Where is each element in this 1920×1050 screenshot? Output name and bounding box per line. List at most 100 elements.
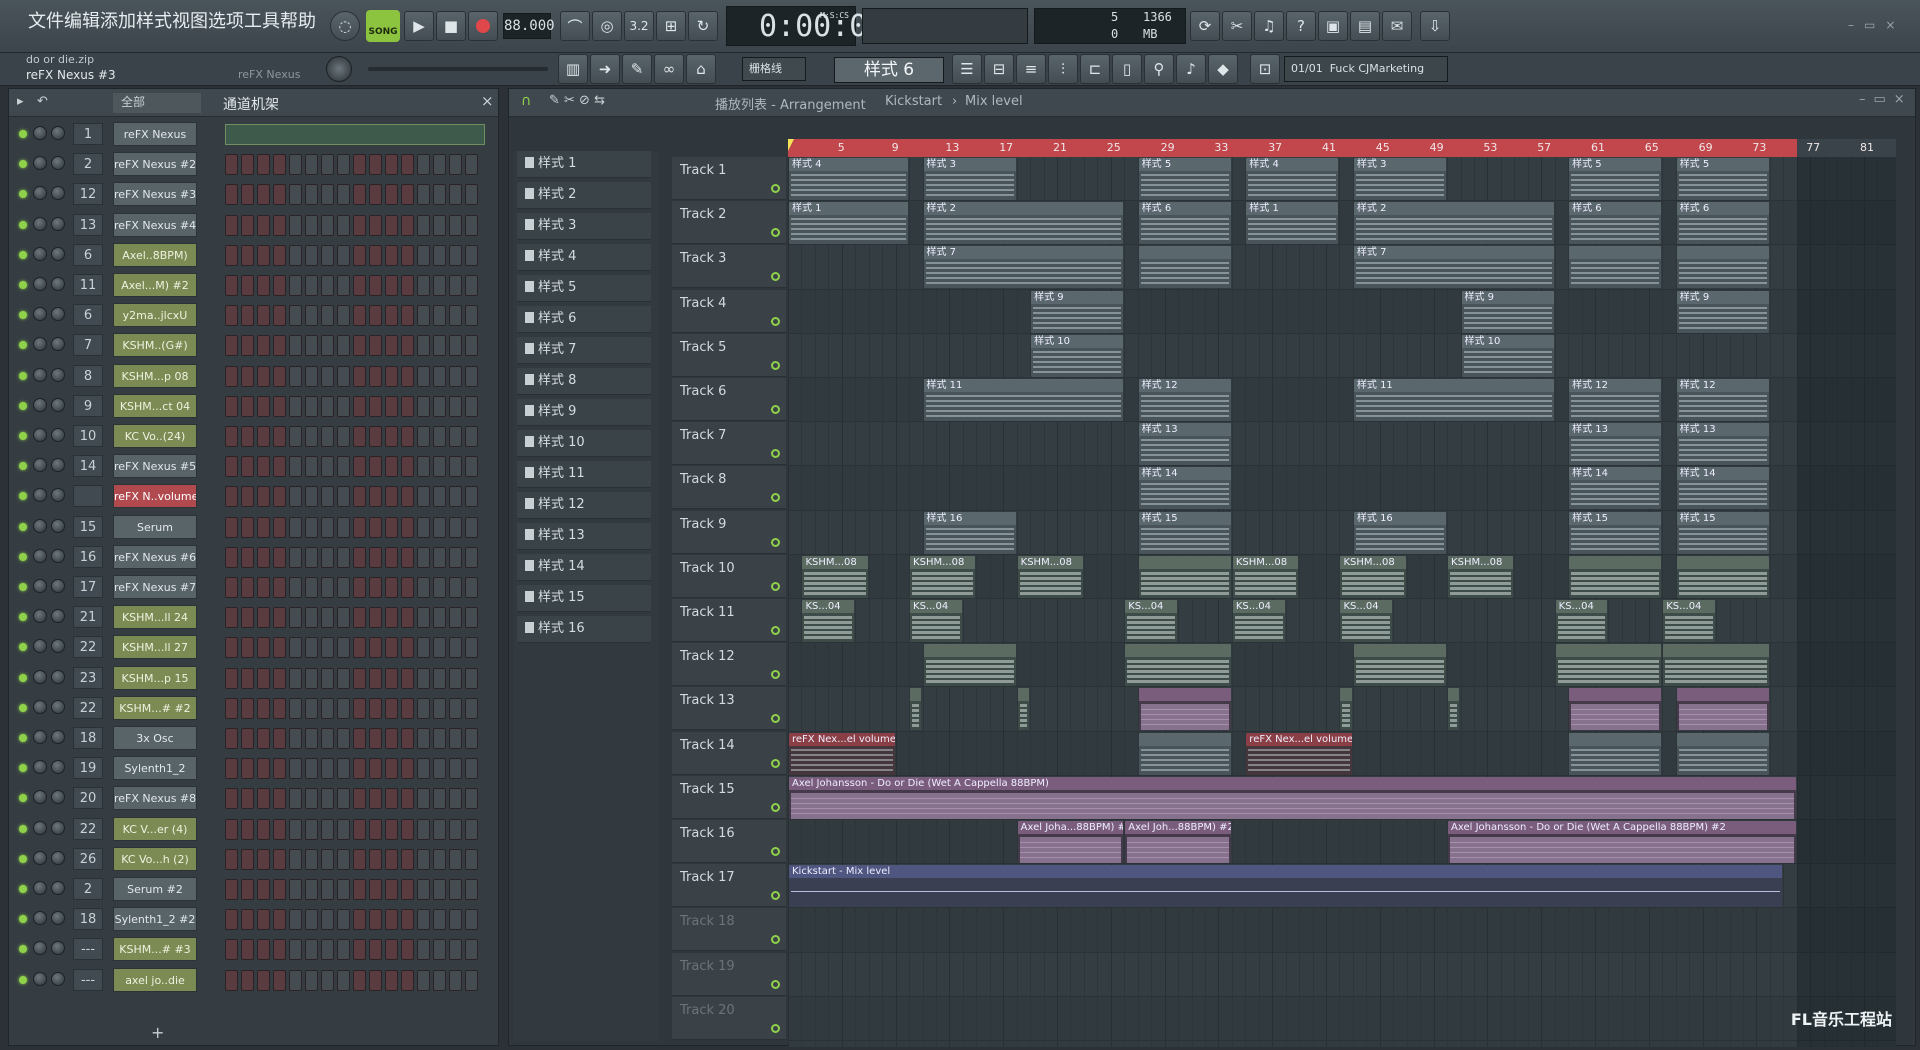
step-button[interactable]: [289, 758, 302, 780]
channel-volume-knob[interactable]: [51, 337, 65, 352]
step-button[interactable]: [305, 335, 318, 357]
step-button[interactable]: [401, 456, 414, 478]
step-button[interactable]: [385, 939, 398, 961]
step-button[interactable]: [241, 546, 254, 568]
channel-volume-knob[interactable]: [51, 760, 65, 775]
step-button[interactable]: [225, 486, 238, 508]
playlist-clip[interactable]: Axel Joha...88BPM) #2: [1017, 821, 1124, 863]
channel-row[interactable]: --- KSHM...# #3: [9, 934, 489, 964]
step-button[interactable]: [449, 305, 462, 327]
channel-mixer-track[interactable]: 26: [73, 847, 103, 870]
step-button[interactable]: [417, 969, 430, 991]
channel-mute-led[interactable]: [19, 854, 27, 863]
step-button[interactable]: [369, 939, 382, 961]
step-button[interactable]: [433, 365, 446, 387]
step-button[interactable]: [257, 214, 270, 236]
channel-row[interactable]: 26 KC Vo...h (2): [9, 844, 489, 874]
step-button[interactable]: [273, 486, 286, 508]
step-button[interactable]: [321, 456, 334, 478]
step-button[interactable]: [385, 818, 398, 840]
step-button[interactable]: [337, 697, 350, 719]
playlist-clip[interactable]: [1676, 246, 1769, 289]
step-button[interactable]: [449, 607, 462, 629]
channel-name-button[interactable]: reFX Nexus #5: [113, 454, 197, 479]
step-button[interactable]: [433, 335, 446, 357]
step-button[interactable]: [273, 728, 286, 749]
step-button[interactable]: [385, 184, 398, 206]
channel-mute-led[interactable]: [19, 401, 27, 410]
track-enable-icon[interactable]: [771, 405, 780, 414]
step-button[interactable]: [417, 275, 430, 296]
menu-item-4[interactable]: 视图: [172, 8, 208, 36]
step-button[interactable]: [289, 909, 302, 931]
step-button[interactable]: [305, 909, 318, 931]
channel-row[interactable]: 6 y2ma..jlcxU: [9, 300, 489, 330]
channel-mute-led[interactable]: [19, 311, 27, 320]
step-button[interactable]: [433, 788, 446, 810]
channel-mixer-track[interactable]: 16: [73, 545, 103, 568]
step-button[interactable]: [449, 969, 462, 991]
step-button[interactable]: [433, 577, 446, 598]
channel-pan-knob[interactable]: [33, 216, 47, 231]
channel-row[interactable]: 6 Axel..8BPM): [9, 240, 489, 270]
step-button[interactable]: [465, 154, 478, 176]
step-button[interactable]: [337, 275, 350, 296]
step-button[interactable]: [241, 879, 254, 900]
channel-mixer-track[interactable]: 18: [73, 908, 103, 931]
step-button[interactable]: [289, 939, 302, 961]
step-button[interactable]: [353, 395, 366, 417]
step-button[interactable]: [433, 667, 446, 689]
step-button[interactable]: [321, 184, 334, 206]
channel-mixer-track[interactable]: 18: [73, 727, 103, 749]
channel-name-button[interactable]: KC V...er (4): [113, 816, 197, 841]
playlist-clip[interactable]: 样式 15: [1676, 511, 1769, 554]
track-enable-icon[interactable]: [771, 979, 780, 989]
channel-row[interactable]: 16 reFX Nexus #6: [9, 542, 489, 572]
step-button[interactable]: [321, 395, 334, 417]
channel-row[interactable]: 9 KSHM...ct 04: [9, 391, 489, 421]
menu-item-2[interactable]: 添加: [100, 8, 136, 36]
channel-row[interactable]: 10 KC Vo..(24): [9, 421, 489, 451]
track-header[interactable]: Track 20: [672, 996, 786, 1040]
step-button[interactable]: [241, 395, 254, 417]
channel-pan-knob[interactable]: [33, 941, 47, 956]
step-button[interactable]: [369, 728, 382, 749]
step-button[interactable]: [465, 275, 478, 296]
chat-icon[interactable]: ✉: [1382, 11, 1412, 41]
playlist-clip[interactable]: 样式 13: [1138, 423, 1231, 466]
playlist-clip[interactable]: 样式 16: [923, 511, 1016, 554]
track-header[interactable]: Track 10: [672, 554, 786, 598]
playlist-clip[interactable]: 样式 1: [1246, 202, 1339, 245]
download-icon[interactable]: ⇩: [1420, 11, 1450, 41]
step-button[interactable]: [465, 395, 478, 417]
channel-volume-knob[interactable]: [51, 790, 65, 805]
playlist-clip[interactable]: [1569, 555, 1662, 598]
add-channel-button[interactable]: +: [151, 1023, 164, 1042]
channel-row[interactable]: reFX N..volume: [9, 481, 489, 511]
step-button[interactable]: [433, 395, 446, 417]
channel-row[interactable]: 11 Axel...M) #2: [9, 270, 489, 300]
master-pitch-slider[interactable]: [368, 67, 548, 71]
step-button[interactable]: [289, 697, 302, 719]
playlist-clip[interactable]: 样式 9: [1031, 290, 1124, 333]
channel-pan-knob[interactable]: [33, 277, 47, 291]
pattern-item[interactable]: 样式 10: [517, 430, 651, 457]
step-button[interactable]: [337, 939, 350, 961]
channel-name-button[interactable]: Sylenth1_2 #2: [113, 907, 197, 932]
step-button[interactable]: [449, 154, 462, 176]
channel-mute-led[interactable]: [19, 794, 27, 803]
step-button[interactable]: [289, 275, 302, 296]
channel-pan-knob[interactable]: [33, 881, 47, 895]
draw-tool-icon[interactable]: ✎ ✂ ⊘ ⇆: [549, 93, 605, 108]
step-button[interactable]: [241, 818, 254, 840]
step-button[interactable]: [289, 335, 302, 357]
arrangement-grid[interactable]: 样式 4 样式 3 样式 5 样式 4 样式 3 样式 5 样式 5 样式 1 样式 2 样式 6…: [788, 157, 1896, 1047]
channel-mixer-track[interactable]: 10: [73, 425, 103, 447]
step-button[interactable]: [257, 879, 270, 900]
step-button[interactable]: [273, 909, 286, 931]
track-header[interactable]: Track 4: [672, 289, 786, 333]
track-enable-icon[interactable]: [771, 581, 780, 591]
step-button[interactable]: [401, 607, 414, 629]
channel-mixer-track[interactable]: 2: [73, 153, 103, 176]
step-button[interactable]: [353, 516, 366, 538]
